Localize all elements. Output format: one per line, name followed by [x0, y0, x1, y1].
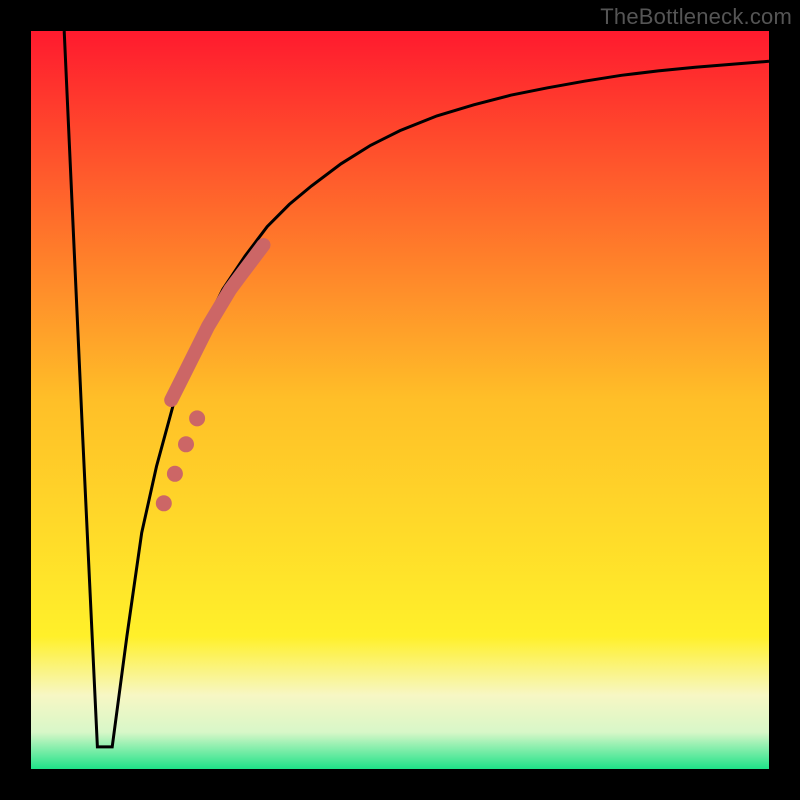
highlight-dot — [167, 466, 183, 482]
bottleneck-chart: TheBottleneck.com — [0, 0, 800, 800]
chart-svg — [0, 0, 800, 800]
highlight-dot — [189, 410, 205, 426]
highlight-dot — [178, 436, 194, 452]
watermark-text: TheBottleneck.com — [600, 4, 792, 30]
highlight-dot — [156, 495, 172, 511]
gradient-background — [31, 31, 769, 769]
